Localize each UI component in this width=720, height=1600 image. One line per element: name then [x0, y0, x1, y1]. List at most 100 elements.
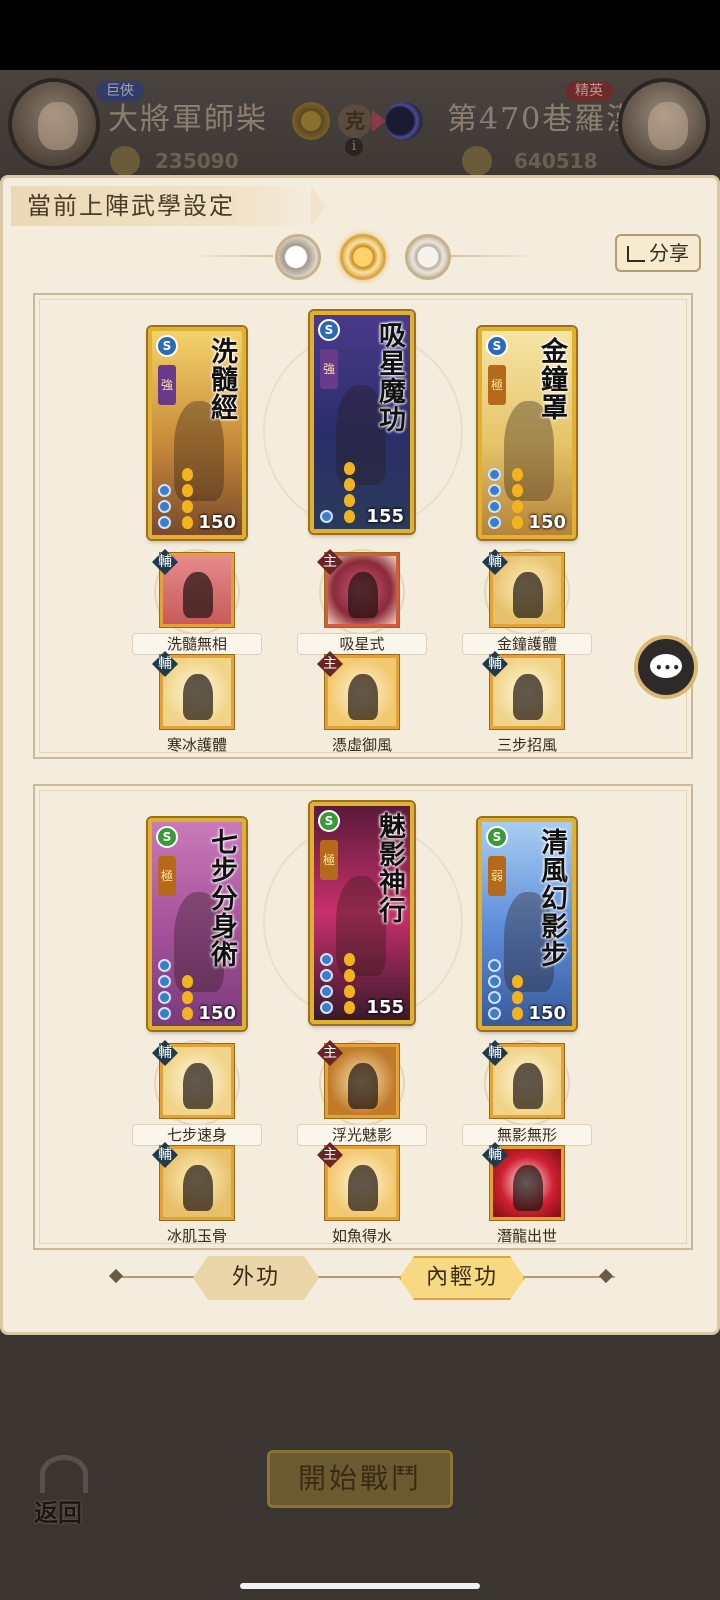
info-icon[interactable]: i: [345, 138, 363, 156]
gourd-icon: [512, 975, 523, 988]
sub-skill[interactable]: 輔 七步速身: [132, 1040, 262, 1146]
skill-power: 155: [366, 506, 404, 527]
sub-skill-label: 潛龍出世: [496, 1227, 557, 1245]
sub-skill[interactable]: 輔 洗髓無相: [132, 549, 262, 655]
sub-skill[interactable]: 輔 冰肌玉骨: [132, 1142, 262, 1245]
skill-name: 洗髓經: [206, 337, 237, 421]
sub-skill-label: 如魚得水: [331, 1227, 392, 1245]
sub-skill[interactable]: 輔 三步招風: [462, 651, 592, 754]
water-pips: [320, 507, 336, 523]
sub-skill[interactable]: 輔 金鐘護體: [462, 549, 592, 655]
water-pip-icon: [320, 969, 333, 982]
sub-skill[interactable]: 輔 潛龍出世: [462, 1142, 592, 1245]
water-pips: [488, 956, 504, 1020]
skill-group-2: S 極 七步分身術 150 S 極 魅影神行 155 S 弱 清風幻影步 150: [33, 784, 693, 1250]
ring-slot-button[interactable]: [405, 234, 451, 280]
water-pip-icon: [158, 1007, 171, 1020]
sub-skill-label: 三步招風: [496, 736, 557, 754]
gourd-icon: [512, 484, 523, 497]
skill-power: 155: [366, 997, 404, 1018]
skill-power: 150: [198, 512, 236, 533]
gourd-pips: [344, 950, 356, 1014]
water-pips: [158, 956, 174, 1020]
skill-type-icon: S: [486, 335, 508, 357]
sub-skill[interactable]: 輔 寒冰護體: [132, 651, 262, 754]
grade-badge: 弱: [488, 856, 506, 896]
gourd-icon: [182, 516, 193, 529]
start-battle-button[interactable]: 開始戰鬥: [267, 1450, 453, 1508]
gourd-icon: [182, 1007, 193, 1020]
skill-setup-panel: 當前上陣武學設定 分享 S 強 洗髓經 150 S 強 吸星魔功 155 S 極…: [0, 175, 720, 1335]
gourd-icon: [182, 975, 193, 988]
sub-skill-label: 憑虛御風: [331, 736, 392, 754]
sub-skill-label: 寒冰護體: [166, 736, 227, 754]
grade-badge: 極: [488, 365, 506, 405]
back-button[interactable]: 返回: [30, 1455, 100, 1527]
water-pip-icon: [488, 991, 501, 1004]
water-pip-icon: [488, 1007, 501, 1020]
gourd-icon: [512, 500, 523, 513]
gourd-icon: [182, 468, 193, 481]
power-icon: [462, 146, 492, 176]
panel-title: 當前上陣武學設定: [11, 186, 325, 226]
water-pip-icon: [320, 1001, 333, 1014]
water-pip-icon: [488, 484, 501, 497]
status-bar: [0, 0, 720, 70]
grade-badge: 強: [158, 365, 176, 405]
moon-slot-button[interactable]: [275, 234, 321, 280]
gourd-icon: [344, 969, 355, 982]
tab-divider: [115, 1276, 615, 1278]
skill-card[interactable]: S 強 洗髓經 150: [148, 327, 246, 539]
water-pip-icon: [158, 959, 171, 972]
skill-card[interactable]: S 弱 清風幻影步 150: [478, 818, 576, 1030]
opponent-avatar[interactable]: [618, 78, 710, 170]
skill-card[interactable]: S 極 七步分身術 150: [148, 818, 246, 1030]
player-name: 大將軍師柴: [108, 102, 268, 137]
gourd-icon: [512, 991, 523, 1004]
gourd-pips: [344, 459, 356, 523]
gourd-icon: [344, 462, 355, 475]
skill-type-icon: S: [156, 335, 178, 357]
water-pip-icon: [158, 500, 171, 513]
share-button[interactable]: 分享: [615, 234, 701, 272]
tab-outer-skill[interactable]: 外功: [193, 1256, 319, 1300]
skill-card[interactable]: S 強 吸星魔功 155: [310, 311, 414, 533]
sub-skill[interactable]: 主 如魚得水: [297, 1142, 427, 1245]
battle-header: 巨俠 大將軍師柴 235090 克 i 精英 第470巷羅漢 640518: [0, 70, 720, 180]
share-label: 分享: [649, 241, 689, 265]
sub-skill[interactable]: 輔 無影無形: [462, 1040, 592, 1146]
gourd-pips: [512, 465, 524, 529]
sub-skill[interactable]: 主 浮光魅影: [297, 1040, 427, 1146]
water-pip-icon: [158, 516, 171, 529]
divider: [189, 255, 273, 257]
water-pip-icon: [320, 985, 333, 998]
gourd-icon: [512, 468, 523, 481]
skill-card[interactable]: S 極 魅影神行 155: [310, 802, 414, 1024]
water-pips: [488, 465, 504, 529]
player-avatar[interactable]: [8, 78, 100, 170]
sub-skill[interactable]: 主 憑虛御風: [297, 651, 427, 754]
gourd-pips: [182, 972, 194, 1020]
sub-skill[interactable]: 主 吸星式: [297, 549, 427, 655]
gourd-pips: [182, 465, 194, 529]
skill-name: 七步分身術: [206, 828, 237, 968]
gourd-icon: [182, 484, 193, 497]
tab-inner-skill[interactable]: 內輕功: [399, 1256, 525, 1300]
gourd-icon: [512, 516, 523, 529]
share-icon: [627, 246, 645, 262]
skill-power: 150: [528, 1003, 566, 1024]
gourd-icon: [182, 500, 193, 513]
chat-button[interactable]: •••: [634, 635, 698, 699]
gourd-icon: [512, 1007, 523, 1020]
arrow-icon: [372, 110, 386, 132]
gourd-icon: [344, 1001, 355, 1014]
gourd-icon: [344, 953, 355, 966]
skill-type-icon: S: [318, 319, 340, 341]
gourd-icon: [344, 494, 355, 507]
grade-badge: 極: [320, 840, 338, 880]
skill-card[interactable]: S 極 金鐘罩 150: [478, 327, 576, 539]
sun-slot-button[interactable]: [340, 234, 386, 280]
skill-group-1: S 強 洗髓經 150 S 強 吸星魔功 155 S 極 金鐘罩 150 輔 洗…: [33, 293, 693, 759]
home-indicator[interactable]: [240, 1583, 480, 1589]
water-pip-icon: [158, 975, 171, 988]
